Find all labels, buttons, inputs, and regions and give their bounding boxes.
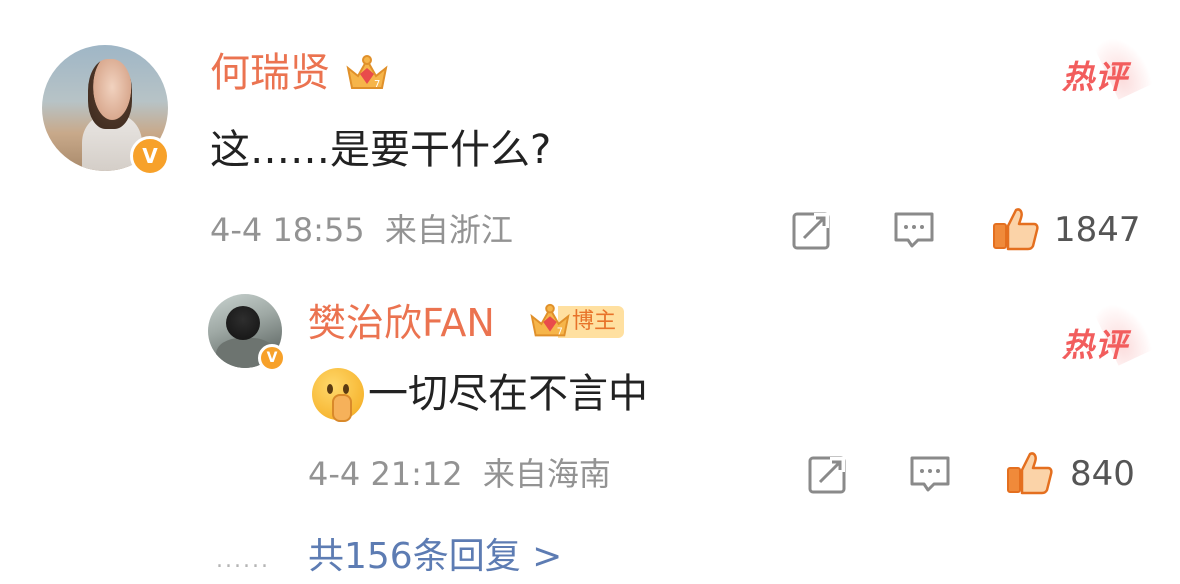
- reply-location: 来自海南: [482, 455, 611, 493]
- reply-meta: 4-4 21:12 来自海南: [308, 454, 611, 494]
- svg-text:7: 7: [557, 326, 563, 337]
- repost-icon[interactable]: [790, 208, 834, 252]
- comment-text: 这……是要干什么?: [210, 127, 552, 173]
- svg-text:7: 7: [374, 79, 380, 90]
- thumbs-up-icon[interactable]: [992, 204, 1040, 252]
- reply-like-count: 840: [1070, 454, 1135, 494]
- crown-icon: 7: [346, 55, 388, 90]
- repost-icon[interactable]: [806, 452, 850, 496]
- verified-v-icon: V: [130, 136, 170, 176]
- reply-text: 一切尽在不言中: [368, 371, 648, 417]
- thumbs-up-icon[interactable]: [1006, 448, 1054, 496]
- hot-reply-tag: 热评: [1062, 326, 1129, 364]
- replier-username[interactable]: 樊治欣FAN: [308, 300, 495, 346]
- more-replies-dots: ......: [216, 548, 270, 573]
- verified-v-icon: V: [258, 344, 286, 372]
- shushing-face-emoji: [312, 368, 364, 422]
- commenter-username[interactable]: 何瑞贤: [210, 50, 330, 96]
- comment-icon[interactable]: [892, 208, 936, 252]
- view-all-replies-link[interactable]: 共156条回复 >: [308, 532, 562, 582]
- comment-like-count: 1847: [1054, 210, 1141, 250]
- comment-meta: 4-4 18:55 来自浙江: [210, 210, 513, 250]
- hot-comment-tag: 热评: [1062, 58, 1129, 96]
- comment-icon[interactable]: [908, 452, 952, 496]
- reply-timestamp: 4-4 21:12: [308, 455, 463, 493]
- comment-timestamp: 4-4 18:55: [210, 211, 365, 249]
- crown-icon: 7: [530, 303, 570, 337]
- comment-location: 来自浙江: [384, 211, 513, 249]
